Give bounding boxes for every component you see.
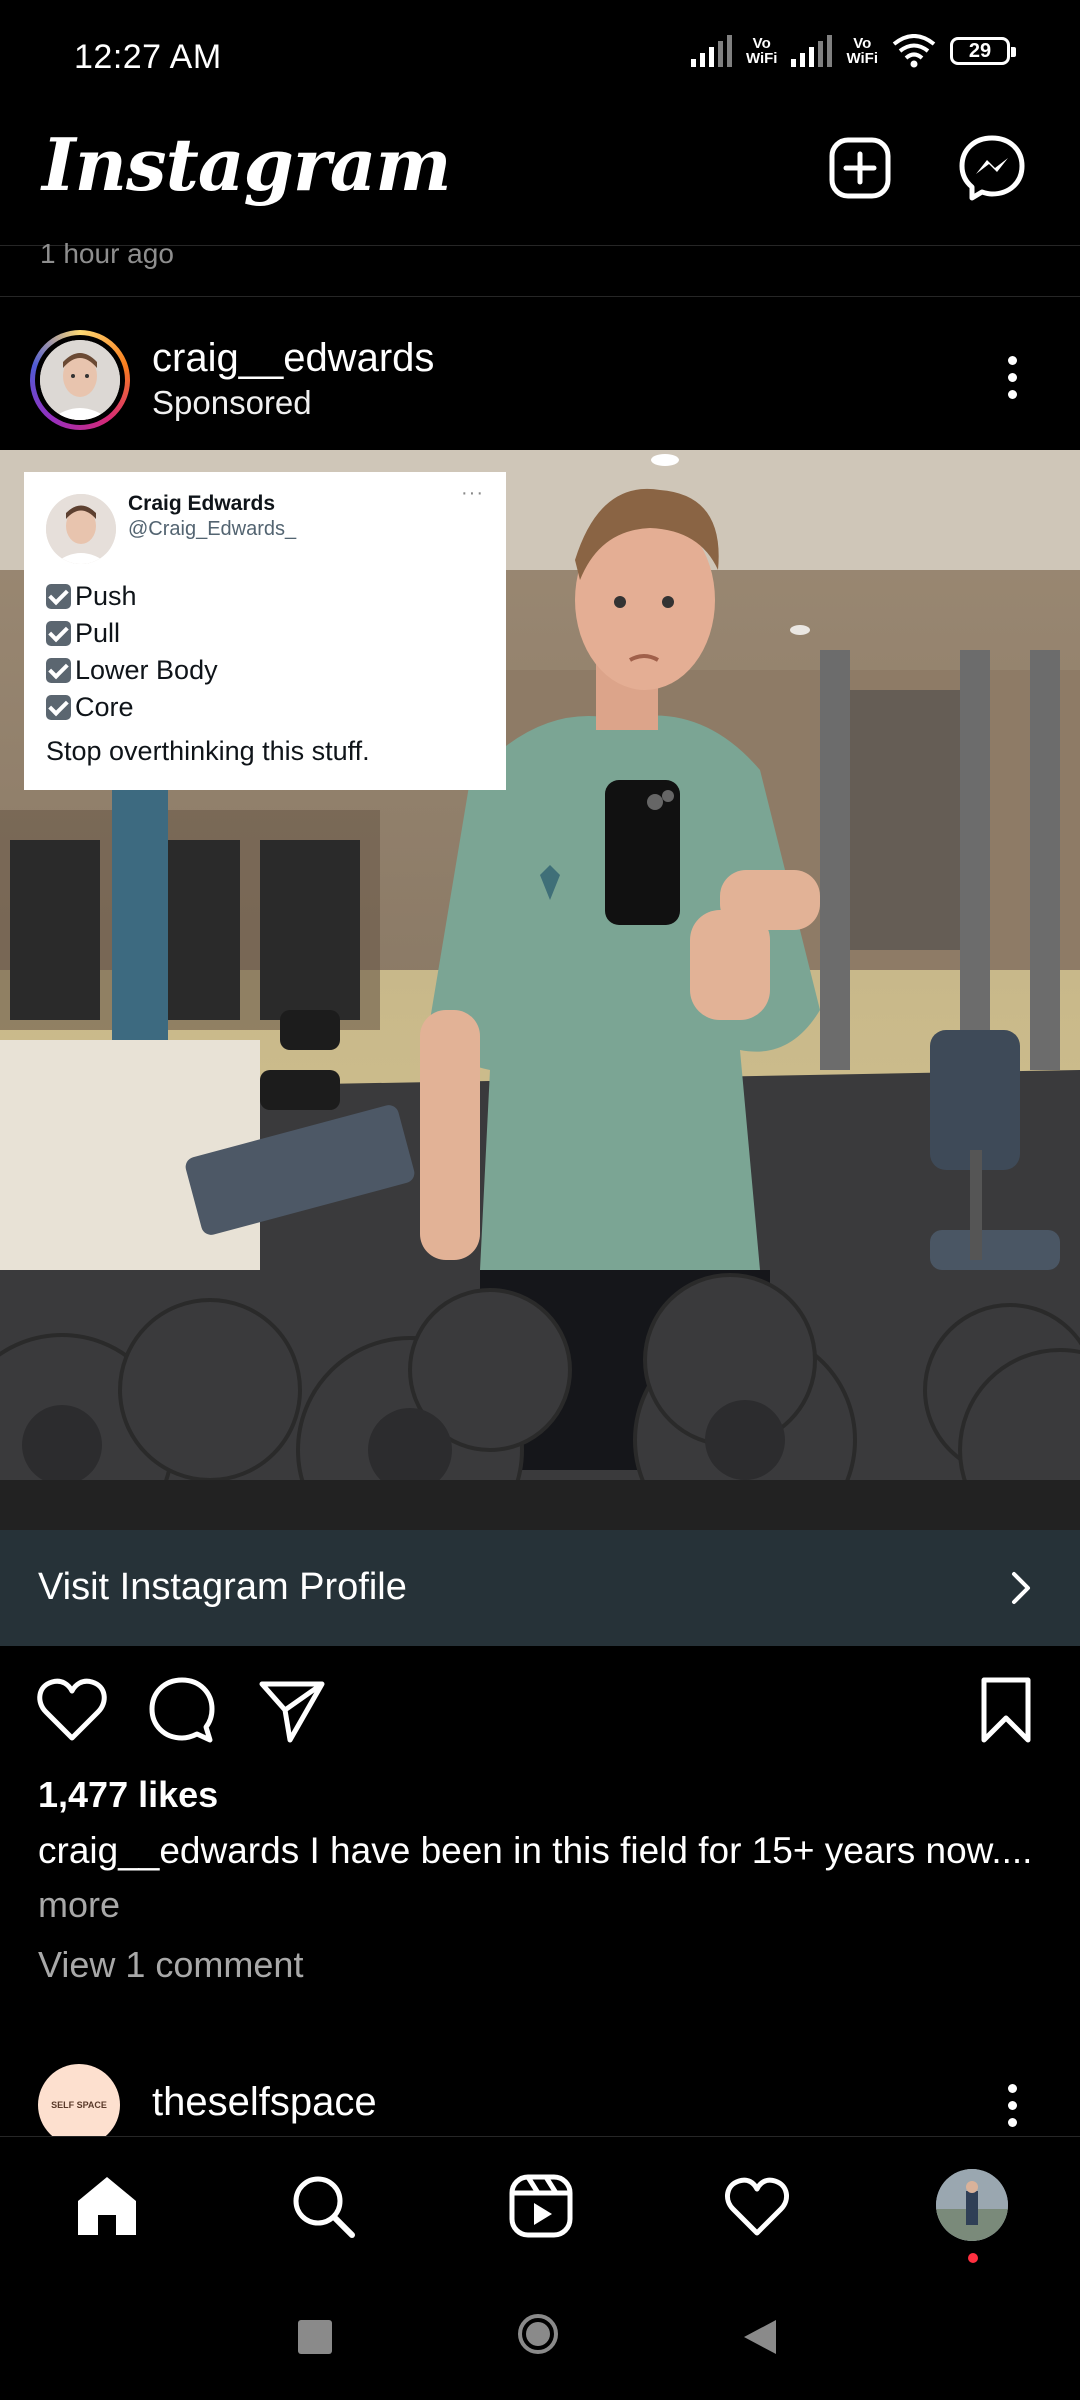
status-icons: Vo WiFi Vo WiFi 29 <box>690 34 1016 68</box>
system-nav-bar <box>0 2276 1080 2400</box>
checklist-item: Core <box>46 689 218 726</box>
battery-indicator: 29 <box>950 37 1016 65</box>
more-options-icon[interactable] <box>1008 356 1017 399</box>
search-icon[interactable] <box>288 2171 358 2241</box>
reels-icon[interactable] <box>506 2171 576 2241</box>
signal-icon <box>690 35 732 67</box>
instagram-logo[interactable]: Instagram <box>42 122 452 207</box>
status-time: 12:27 AM <box>74 38 222 76</box>
likes-count[interactable]: 1,477 likes <box>38 1774 218 1816</box>
tweet-checklist: Push Pull Lower Body Core <box>46 578 218 726</box>
tweet-more-icon: ··· <box>461 482 484 504</box>
checkbox-icon <box>46 695 71 720</box>
comment-icon[interactable] <box>144 1672 220 1748</box>
plus-square-icon[interactable] <box>822 130 898 206</box>
home-button-icon[interactable] <box>518 2314 558 2354</box>
tweet-author-name: Craig Edwards <box>128 492 276 515</box>
tweet-card: Craig Edwards @Craig_Edwards_ ··· Push P… <box>24 472 506 790</box>
bookmark-icon[interactable] <box>968 1672 1044 1748</box>
avatar-portrait <box>40 340 120 420</box>
status-bar: 12:27 AM Vo WiFi Vo WiFi 29 <box>0 0 1080 120</box>
profile-avatar[interactable] <box>936 2169 1008 2241</box>
next-post-more-icon[interactable] <box>1008 2084 1017 2127</box>
tweet-author-handle: @Craig_Edwards_ <box>128 518 297 540</box>
caption-more-link[interactable]: more <box>38 1884 120 1926</box>
visit-profile-button[interactable]: Visit Instagram Profile <box>0 1530 1080 1646</box>
previous-post-time: 1 hour ago <box>40 238 174 269</box>
back-button-icon[interactable] <box>742 2318 778 2356</box>
sponsored-label: Sponsored <box>152 384 312 421</box>
vowifi-label: Vo WiFi <box>846 35 878 67</box>
chevron-right-icon <box>1012 1572 1030 1604</box>
checklist-item: Lower Body <box>46 652 218 689</box>
wifi-icon <box>892 34 936 68</box>
tweet-text: Stop overthinking this stuff. <box>46 736 370 766</box>
post-avatar[interactable] <box>30 330 130 430</box>
checklist-item: Push <box>46 578 218 615</box>
post-divider <box>0 296 1080 297</box>
share-send-icon[interactable] <box>254 1672 330 1748</box>
next-post-username[interactable]: theselfspace <box>152 2080 377 2125</box>
view-comments-link[interactable]: View 1 comment <box>38 1944 303 1986</box>
recents-button-icon[interactable] <box>298 2320 332 2354</box>
post-caption: craig__edwards I have been in this field… <box>38 1830 1048 1872</box>
checklist-item: Pull <box>46 615 218 652</box>
caption-text: I have been in this field for 15+ years … <box>299 1830 1033 1871</box>
messenger-icon[interactable] <box>954 130 1030 206</box>
like-heart-icon[interactable] <box>34 1672 110 1748</box>
caption-username[interactable]: craig__edwards <box>38 1830 299 1871</box>
home-icon[interactable] <box>72 2171 142 2241</box>
tweet-avatar <box>46 494 116 564</box>
checkbox-icon <box>46 621 71 646</box>
checkbox-icon <box>46 584 71 609</box>
notification-dot <box>968 2253 978 2263</box>
visit-profile-label: Visit Instagram Profile <box>38 1566 407 1608</box>
vowifi-label: Vo WiFi <box>745 35 778 67</box>
post-username[interactable]: craig__edwards <box>152 336 434 381</box>
checkbox-icon <box>46 658 71 683</box>
next-post-avatar[interactable]: SELF SPACE <box>38 2064 120 2146</box>
activity-heart-icon[interactable] <box>722 2171 792 2241</box>
bottom-nav <box>0 2136 1080 2277</box>
signal-icon <box>791 35 833 67</box>
